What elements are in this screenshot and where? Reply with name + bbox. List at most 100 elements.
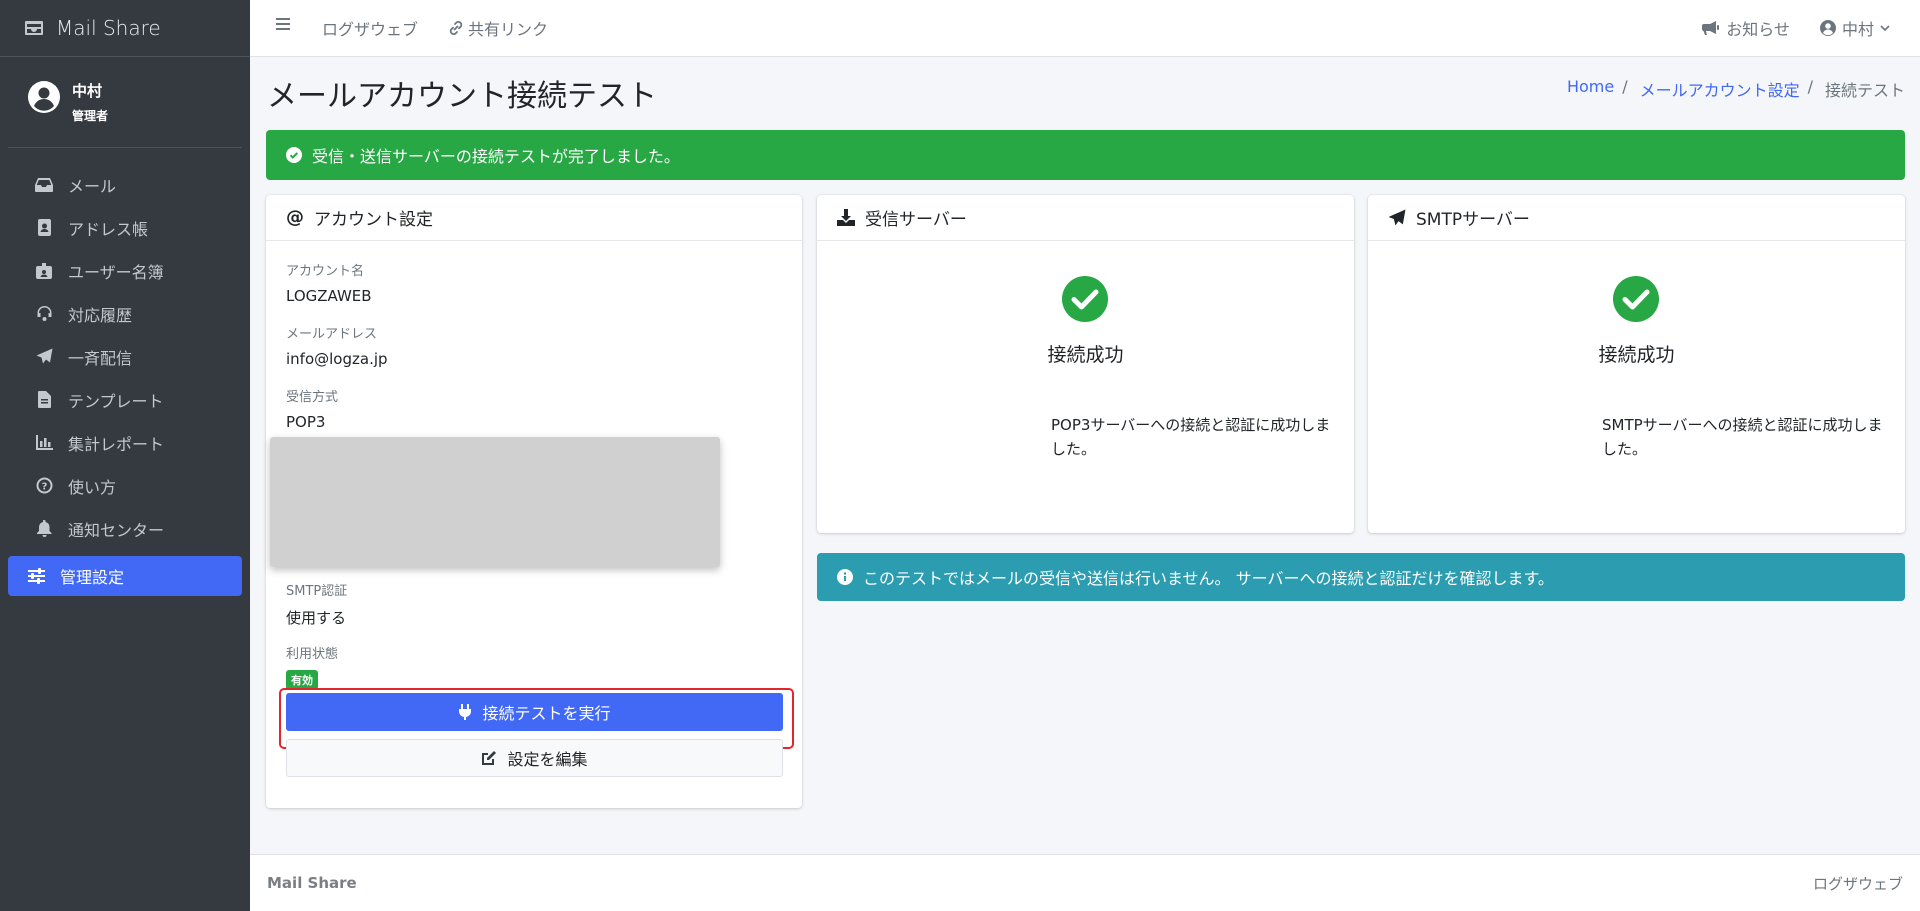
page-title: メールアカウント接続テスト [267, 79, 657, 114]
sidebar-item-broadcast[interactable]: 一斉配信 [8, 335, 242, 378]
sidebar-item-reports[interactable]: 集計レポート [8, 421, 242, 464]
breadcrumb: Home / メールアカウント設定 / 接続テスト [1567, 77, 1905, 101]
brand-name: Mail Share [56, 16, 161, 40]
chart-bar-icon [34, 433, 54, 453]
sidebar-item-mail[interactable]: メール [8, 163, 242, 206]
edit-icon [482, 751, 497, 765]
breadcrumb-separator: / [1807, 77, 1813, 96]
info-circle-icon [837, 569, 853, 585]
field-label: アカウント名 [286, 264, 365, 279]
link-icon [449, 21, 463, 35]
sidebar-item-user-directory[interactable]: ユーザー名簿 [8, 249, 242, 292]
field-value: 使用する [286, 609, 347, 627]
sidebar: Mail Share 中村 管理者 メール アドレス帳 ユーザー名簿 対応履歴 … [0, 0, 250, 911]
paper-plane-icon [1388, 209, 1406, 227]
caret-down-icon [1880, 25, 1890, 32]
user-menu[interactable]: 中村 [1819, 16, 1890, 40]
sidebar-item-history[interactable]: 対応履歴 [8, 292, 242, 335]
run-connection-test-button[interactable]: 接続テストを実行 [286, 693, 783, 731]
sidebar-item-label: メール [68, 176, 117, 196]
account-settings-card: @ アカウント設定 アカウント名 LOGZAWEB メールアドレス info@l… [266, 195, 802, 808]
navbar-right: お知らせ 中村 [1672, 16, 1890, 40]
sidebar-item-label: 管理設定 [60, 568, 125, 587]
field-account-name: アカウント名 LOGZAWEB [286, 260, 372, 305]
edit-button-label: 設定を編集 [507, 750, 588, 769]
status-badge: 有効 [286, 670, 318, 690]
notifications-link[interactable]: お知らせ [1702, 16, 1790, 40]
connection-status: 接続成功 [1047, 344, 1124, 366]
sidebar-item-label: 使い方 [68, 477, 117, 497]
check-circle-icon [286, 147, 302, 163]
user-menu-label: 中村 [1841, 20, 1874, 39]
sidebar-item-help[interactable]: ? 使い方 [8, 464, 242, 507]
field-label: 受信方式 [286, 390, 339, 405]
user-panel[interactable]: 中村 管理者 [8, 57, 242, 148]
top-navbar: ログザウェブ 共有リンク お知らせ 中村 [250, 0, 1920, 57]
sidebar-item-label: アドレス帳 [68, 219, 149, 239]
at-sign-icon: @ [286, 207, 304, 228]
field-value: POP3 [286, 413, 326, 431]
user-avatar-icon [28, 81, 60, 113]
sidebar-nav: メール アドレス帳 ユーザー名簿 対応履歴 一斉配信 テンプレート 集計レポート… [0, 148, 250, 596]
sliders-icon [26, 566, 46, 586]
card-header: SMTPサーバー [1368, 195, 1905, 241]
sidebar-item-label: テンプレート [68, 391, 164, 411]
info-alert-text: このテストではメールの受信や送信は行いません。 サーバーへの接続と認証だけを確認… [863, 569, 1554, 588]
incoming-server-card: 受信サーバー 接続成功 POP3サーバーへの接続と認証に成功しました。 [817, 195, 1354, 533]
notifications-label: お知らせ [1726, 20, 1790, 39]
breadcrumb-current: 接続テスト [1824, 81, 1905, 100]
breadcrumb-mail-account-settings[interactable]: メールアカウント設定 [1640, 77, 1800, 101]
mail-box-icon [25, 21, 43, 35]
headset-icon [34, 304, 54, 324]
field-email: メールアドレス info@logza.jp [286, 323, 388, 368]
field-receive-method: 受信方式 POP3 [286, 386, 338, 431]
question-circle-icon: ? [34, 476, 54, 496]
footer-brand: Mail Share [267, 874, 357, 892]
card-header: @ アカウント設定 [266, 195, 802, 241]
brand-link[interactable]: Mail Share [0, 0, 250, 57]
footer: Mail Share ログザウェブ [250, 854, 1920, 911]
sidebar-item-address-book[interactable]: アドレス帳 [8, 206, 242, 249]
success-alert: 受信・送信サーバーの接続テストが完了しました。 [266, 130, 1905, 180]
sidebar-item-notification-center[interactable]: 通知センター [8, 507, 242, 550]
sidebar-item-label: 集計レポート [68, 434, 165, 454]
paper-plane-icon [34, 347, 54, 367]
inbox-icon [34, 175, 54, 195]
svg-text:?: ? [41, 482, 47, 493]
user-name: 中村 [72, 82, 103, 100]
nav-link-label: 共有リンク [468, 20, 549, 39]
breadcrumb-separator: / [1622, 77, 1628, 96]
hamburger-menu-icon[interactable] [274, 15, 292, 33]
breadcrumb-home[interactable]: Home [1567, 77, 1614, 101]
field-value: info@logza.jp [286, 350, 388, 368]
bullhorn-icon [1702, 21, 1720, 35]
redacted-area [270, 437, 720, 567]
card-header: 受信サーバー [817, 195, 1354, 241]
sidebar-item-label: ユーザー名簿 [68, 262, 164, 282]
field-label: 利用状態 [286, 647, 339, 662]
sidebar-item-label: 対応履歴 [68, 305, 133, 325]
edit-settings-button[interactable]: 設定を編集 [286, 739, 783, 777]
smtp-server-card: SMTPサーバー 接続成功 SMTPサーバーへの接続と認証に成功しました。 [1368, 195, 1905, 533]
nav-link-logzaweb[interactable]: ログザウェブ [322, 16, 418, 40]
sidebar-item-templates[interactable]: テンプレート [8, 378, 242, 421]
user-role: 管理者 [72, 109, 109, 123]
footer-right-text: ログザウェブ [1812, 874, 1903, 893]
nav-link-shared-links[interactable]: 共有リンク [448, 16, 548, 40]
id-badge-icon [34, 261, 54, 281]
card-title: 受信サーバー [865, 210, 967, 230]
bell-icon [34, 519, 54, 539]
card-title: アカウント設定 [314, 210, 433, 230]
field-value: LOGZAWEB [286, 287, 372, 305]
field-status: 利用状態 有効 [286, 643, 338, 690]
success-check-icon [1613, 276, 1659, 322]
connection-status: 接続成功 [1598, 344, 1675, 366]
download-icon [837, 209, 855, 227]
file-icon [34, 390, 54, 410]
sidebar-item-admin-settings[interactable]: 管理設定 [8, 556, 242, 596]
info-alert: このテストではメールの受信や送信は行いません。 サーバーへの接続と認証だけを確認… [817, 553, 1905, 601]
user-circle-icon [1819, 20, 1836, 36]
success-check-icon [1062, 276, 1108, 322]
connection-message: SMTPサーバーへの接続と認証に成功しました。 [1602, 416, 1883, 458]
success-alert-text: 受信・送信サーバーの接続テストが完了しました。 [312, 147, 680, 166]
